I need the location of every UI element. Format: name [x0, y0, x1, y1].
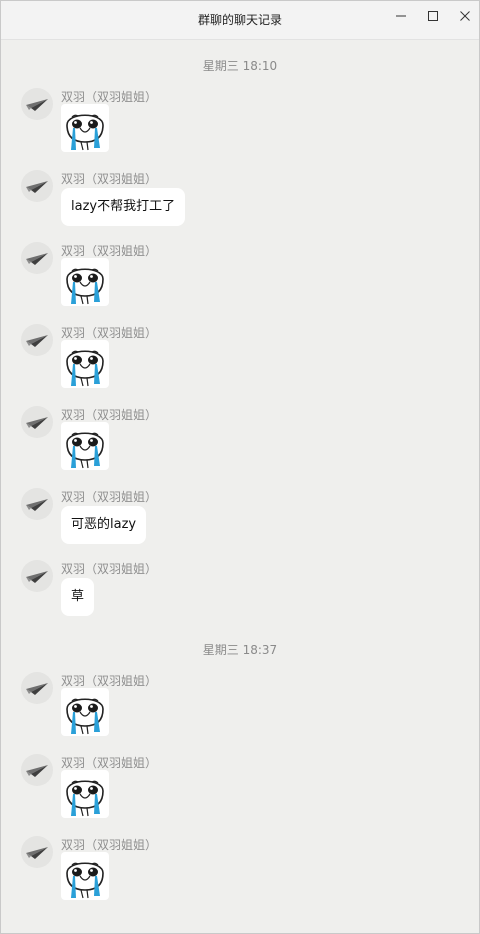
crying-face-icon — [66, 862, 104, 899]
sender-name: 双羽（双羽姐姐） — [61, 674, 158, 688]
paper-plane-icon — [26, 335, 48, 347]
paper-plane-icon — [26, 499, 48, 511]
sender-avatar[interactable] — [21, 488, 53, 520]
paper-plane-icon — [26, 847, 48, 859]
message-bubble[interactable]: 草 — [61, 578, 95, 616]
paper-plane-icon — [26, 99, 48, 111]
sender-avatar[interactable] — [21, 836, 53, 868]
sender-name: 双羽（双羽姐姐） — [61, 172, 158, 186]
sticker-image[interactable] — [61, 422, 109, 470]
message-bubble[interactable]: 可恶的lazy — [61, 506, 147, 544]
sender-avatar[interactable] — [21, 242, 53, 274]
crying-face-icon — [66, 432, 104, 469]
sender-avatar[interactable] — [21, 672, 53, 704]
paper-plane-icon — [26, 181, 48, 193]
sticker-image[interactable] — [61, 770, 109, 818]
maximize-icon — [428, 11, 438, 21]
sender-avatar[interactable] — [21, 170, 53, 202]
message-bubble[interactable]: lazy不帮我打工了 — [61, 188, 186, 226]
minimize-icon — [396, 15, 406, 17]
sender-name: 双羽（双羽姐姐） — [61, 838, 158, 852]
sticker-image[interactable] — [61, 104, 109, 152]
sender-name: 双羽（双羽姐姐） — [61, 326, 158, 340]
paper-plane-icon — [26, 765, 48, 777]
sender-avatar[interactable] — [21, 324, 53, 356]
timestamp: 星期三 18:10 — [202, 59, 278, 73]
sender-avatar[interactable] — [21, 406, 53, 438]
sender-avatar[interactable] — [21, 754, 53, 786]
sender-name: 双羽（双羽姐姐） — [61, 244, 158, 258]
crying-face-icon — [66, 698, 104, 735]
sender-avatar[interactable] — [21, 88, 53, 120]
sender-name: 双羽（双羽姐姐） — [61, 90, 158, 104]
message-list[interactable]: 星期三 18:10 双羽（双羽姐姐） 双羽（双羽姐姐） lazy不帮我打工了 双… — [1, 40, 479, 933]
sender-name: 双羽（双羽姐姐） — [61, 562, 158, 576]
maximize-button[interactable] — [417, 5, 449, 27]
title-bar[interactable]: 群聊的聊天记录 — [1, 1, 479, 40]
sticker-image[interactable] — [61, 852, 109, 900]
paper-plane-icon — [26, 253, 48, 265]
sticker-image[interactable] — [61, 340, 109, 388]
sender-name: 双羽（双羽姐姐） — [61, 756, 158, 770]
crying-face-icon — [66, 350, 104, 387]
sender-name: 双羽（双羽姐姐） — [61, 490, 158, 504]
sticker-image[interactable] — [61, 688, 109, 736]
sticker-image[interactable] — [61, 258, 109, 306]
crying-face-icon — [66, 114, 104, 151]
crying-face-icon — [66, 780, 104, 817]
timestamp: 星期三 18:37 — [202, 643, 278, 657]
paper-plane-icon — [26, 571, 48, 583]
paper-plane-icon — [26, 683, 48, 695]
chat-history-window: 群聊的聊天记录 星期三 18:10 双羽（双羽姐姐） 双羽（双羽姐姐） lazy… — [0, 0, 480, 934]
minimize-button[interactable] — [385, 5, 417, 27]
sender-name: 双羽（双羽姐姐） — [61, 408, 158, 422]
sender-avatar[interactable] — [21, 560, 53, 592]
close-button[interactable] — [449, 5, 479, 27]
crying-face-icon — [66, 268, 104, 305]
paper-plane-icon — [26, 417, 48, 429]
close-icon — [460, 11, 470, 21]
